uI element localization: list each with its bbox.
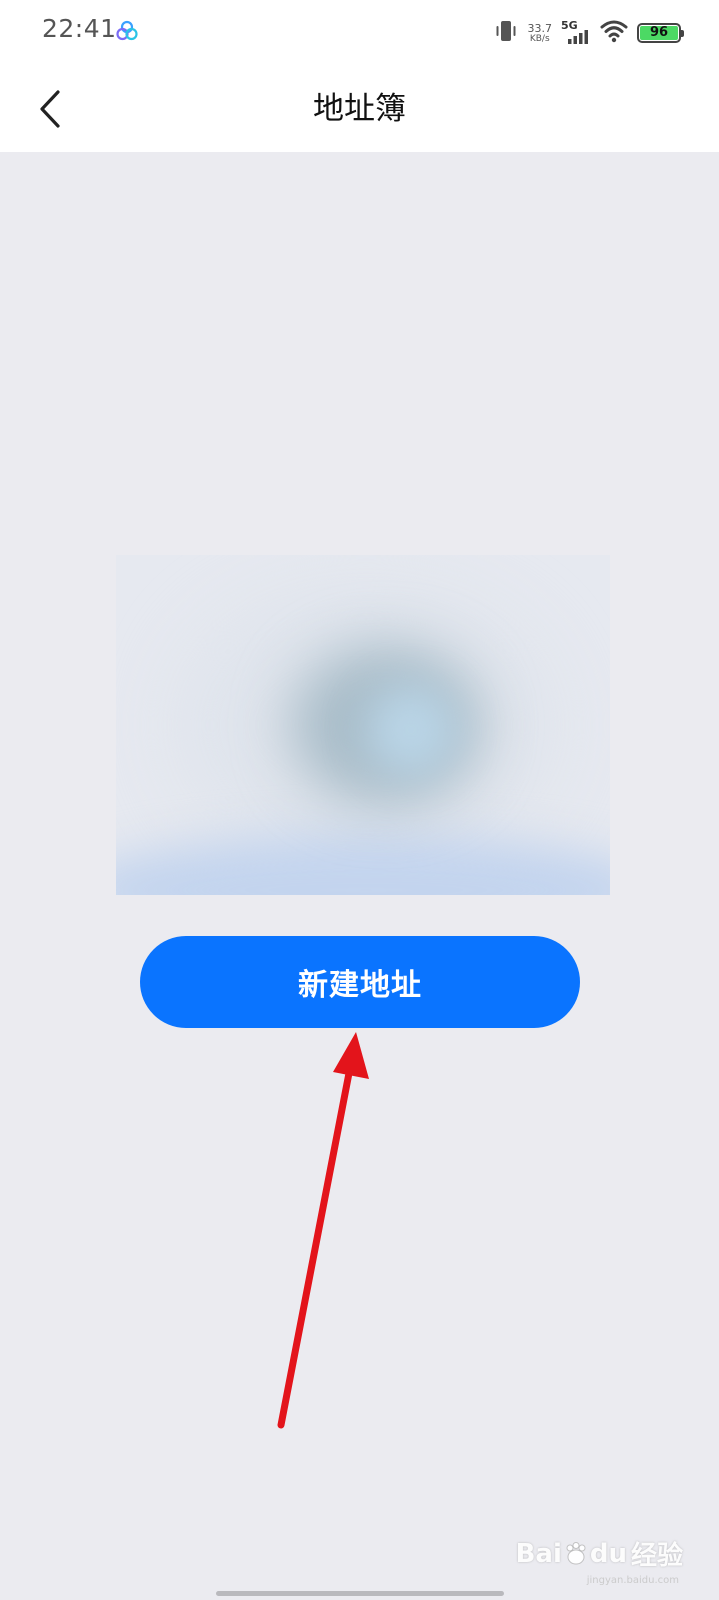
navigation-bar: 地址簿 [0,66,719,152]
status-time: 22:41 [42,14,117,43]
address-book-screen: 22:41 33.7 KB/s 5G 96 地址簿 新建地址 Bai du 经验… [0,0,719,1600]
back-button[interactable] [30,84,70,134]
empty-state-illustration [116,555,610,895]
app-badge-icon [116,20,138,42]
watermark-brand: Bai [515,1538,562,1569]
page-title: 地址簿 [313,91,406,127]
home-indicator[interactable] [216,1591,504,1596]
network-speed-value: 33.7 [527,21,553,35]
chevron-left-icon [40,90,60,128]
battery-icon: 96 [637,23,684,43]
watermark-url: jingyan.baidu.com [586,1575,679,1586]
watermark-product: 经验 [630,1541,683,1571]
wifi-icon [600,19,628,47]
battery-level: 96 [640,26,678,40]
status-bar: 22:41 33.7 KB/s 5G 96 [0,0,719,66]
network-speed: 33.7 KB/s [528,23,553,44]
status-icons: 33.7 KB/s 5G 96 [493,16,684,50]
signal-icon: 5G [561,19,591,47]
vibrate-icon [493,18,519,48]
baidu-jingyan-watermark: Bai du 经验 [516,1535,683,1572]
paw-icon [563,1541,589,1567]
watermark-brand-suffix: du [589,1538,627,1569]
new-address-button[interactable]: 新建地址 [140,936,580,1028]
network-speed-unit: KB/s [529,33,550,44]
